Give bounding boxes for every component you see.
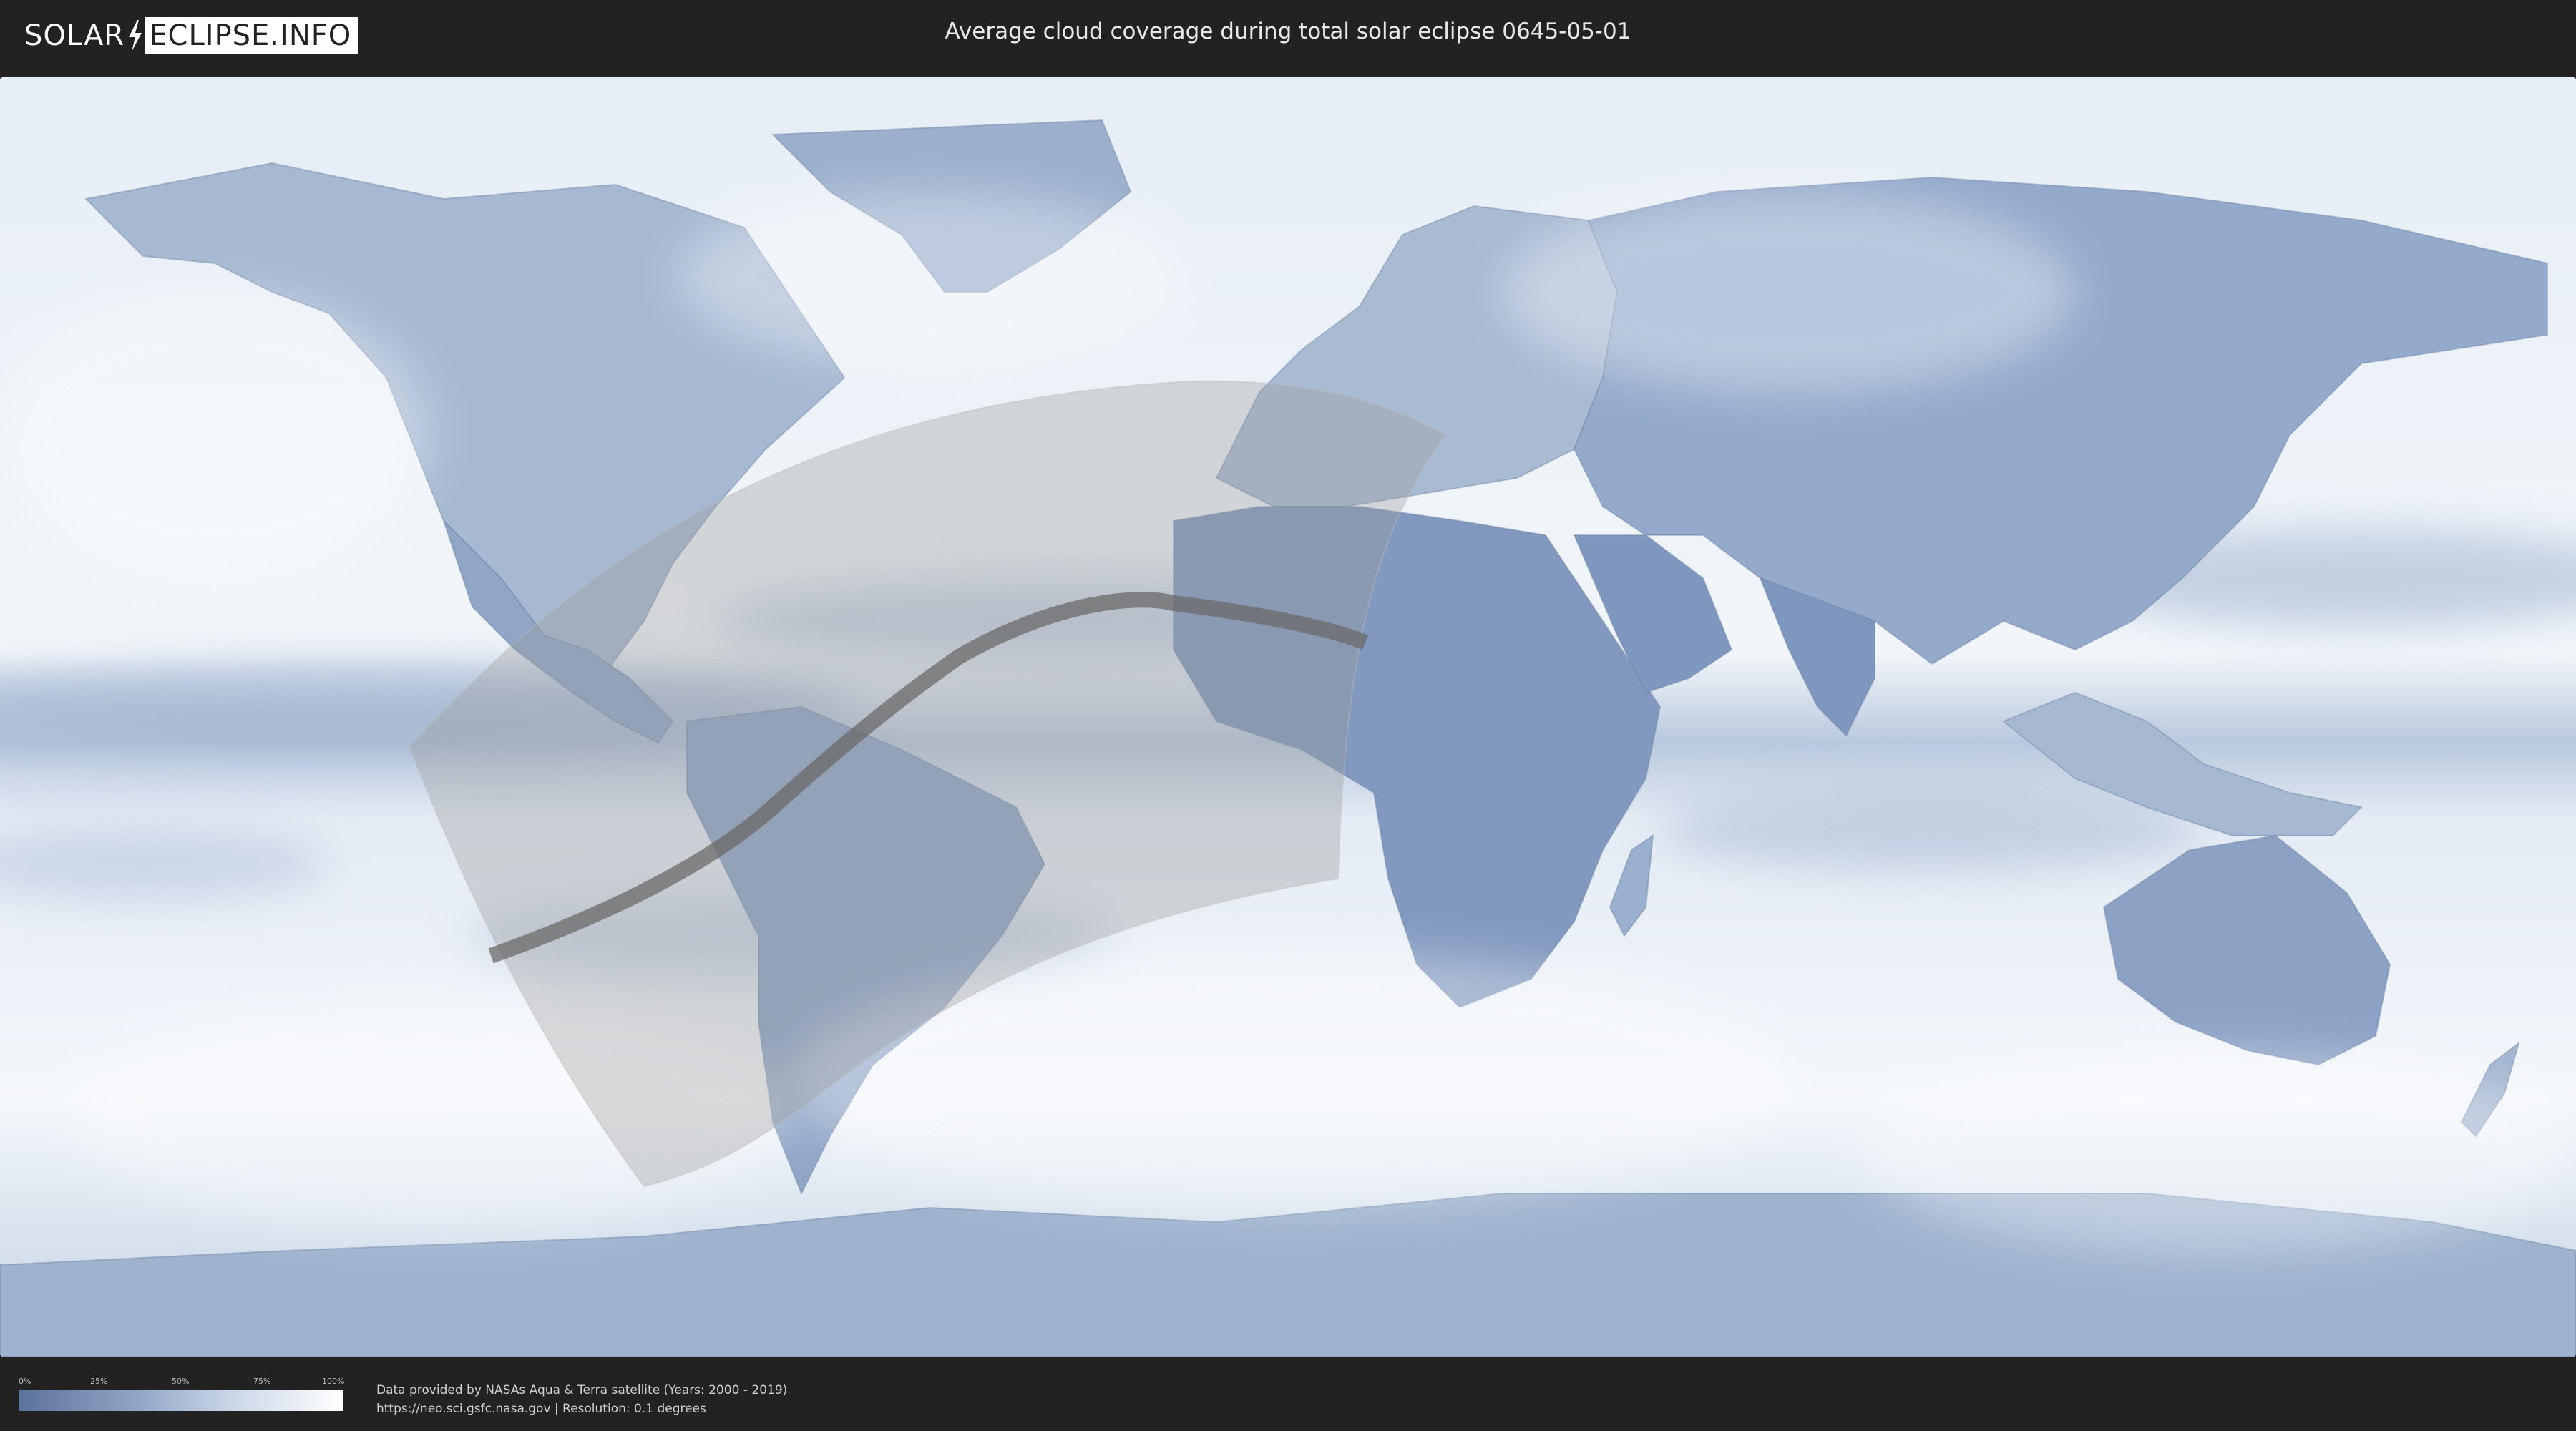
legend-tick: 100% bbox=[322, 1377, 345, 1386]
cloud-coverage-legend: 0% 25% 50% 75% 100% bbox=[19, 1377, 345, 1411]
data-credits: Data provided by NASAs Aqua & Terra sate… bbox=[376, 1381, 787, 1418]
world-map bbox=[0, 77, 2576, 1357]
page-title: Average cloud coverage during total sola… bbox=[945, 19, 1631, 44]
credits-line-url[interactable]: https://neo.sci.gsfc.nasa.gov | Resoluti… bbox=[376, 1400, 787, 1418]
legend-tick: 0% bbox=[19, 1377, 31, 1386]
legend-tick: 25% bbox=[90, 1377, 108, 1386]
page: SOLAR ECLIPSE.INFO Average cloud coverag… bbox=[0, 0, 2576, 1431]
cloud-coverage-map[interactable] bbox=[0, 77, 2576, 1357]
header: SOLAR ECLIPSE.INFO Average cloud coverag… bbox=[0, 0, 2576, 72]
legend-tick: 75% bbox=[253, 1377, 271, 1386]
legend-ticks: 0% 25% 50% 75% 100% bbox=[19, 1377, 345, 1388]
legend-tick: 50% bbox=[172, 1377, 190, 1386]
footer: 0% 25% 50% 75% 100% Data provided by NAS… bbox=[0, 1359, 2576, 1431]
credits-line-source: Data provided by NASAs Aqua & Terra sate… bbox=[376, 1383, 788, 1397]
legend-gradient-bar bbox=[19, 1390, 343, 1411]
